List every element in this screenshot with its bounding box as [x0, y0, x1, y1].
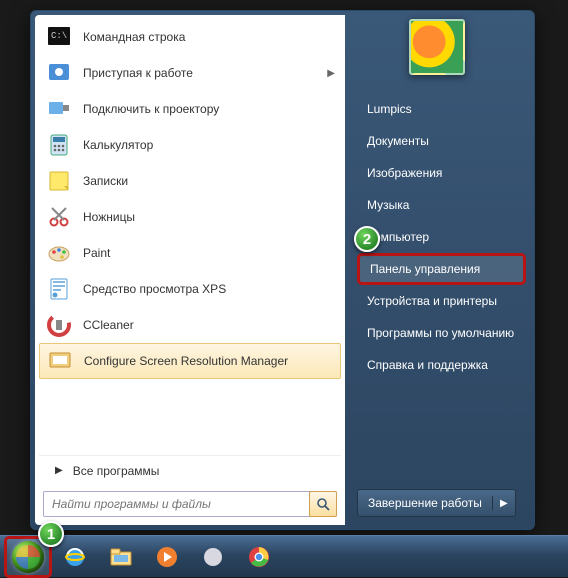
- program-item[interactable]: Записки: [39, 163, 341, 199]
- shutdown-button[interactable]: Завершение работы ▶: [357, 489, 516, 517]
- search-button[interactable]: [309, 491, 337, 517]
- program-item[interactable]: C:\ Командная строка: [39, 19, 341, 55]
- right-item-label: Панель управления: [370, 262, 480, 276]
- cmd-icon: C:\: [45, 23, 73, 51]
- right-pane-item[interactable]: Устройства и принтеры: [357, 285, 526, 317]
- program-label: Калькулятор: [83, 138, 153, 152]
- taskbar-wmp[interactable]: [146, 540, 188, 574]
- user-picture[interactable]: [409, 19, 465, 75]
- ie-icon: [62, 544, 88, 570]
- program-label: Записки: [83, 174, 128, 188]
- chevron-right-icon[interactable]: ▶: [493, 498, 515, 509]
- program-item[interactable]: Средство просмотра XPS: [39, 271, 341, 307]
- program-item[interactable]: CCleaner: [39, 307, 341, 343]
- taskbar-explorer[interactable]: [100, 540, 142, 574]
- right-item-label: Изображения: [367, 166, 442, 180]
- right-pane-item[interactable]: Музыка: [357, 189, 526, 221]
- right-item-label: Устройства и принтеры: [367, 294, 497, 308]
- taskbar: [0, 535, 568, 577]
- right-item-label: Музыка: [367, 198, 409, 212]
- shutdown-row: Завершение работы ▶: [357, 485, 526, 521]
- program-item[interactable]: Ножницы: [39, 199, 341, 235]
- start-menu-right-pane: Lumpics Документы Изображения Музыка Компьют…: [345, 11, 534, 529]
- right-item-label: Справка и поддержка: [367, 358, 488, 372]
- program-item[interactable]: Configure Screen Resolution Manager: [39, 343, 341, 379]
- paint-icon: [45, 239, 73, 267]
- right-pane-item[interactable]: Изображения: [357, 157, 526, 189]
- taskbar-ie[interactable]: [54, 540, 96, 574]
- taskbar-icons: [52, 540, 282, 574]
- projector-icon: [45, 95, 73, 123]
- program-item[interactable]: Калькулятор: [39, 127, 341, 163]
- explorer-icon: [108, 544, 134, 570]
- right-pane-item[interactable]: Справка и поддержка: [357, 349, 526, 381]
- program-label: Подключить к проектору: [83, 102, 219, 116]
- getting-started-icon: [45, 59, 73, 87]
- right-pane-item[interactable]: Компьютер: [357, 221, 526, 253]
- search-icon: [316, 497, 330, 511]
- right-pane-item[interactable]: Панель управления: [357, 253, 526, 285]
- right-item-label: Документы: [367, 134, 429, 148]
- annotation-badge-2: 2: [354, 226, 380, 252]
- annotation-badge-1: 1: [38, 521, 64, 547]
- start-menu-left-pane: C:\ Командная строка Приступая к работе …: [35, 15, 345, 525]
- ccleaner-icon: [45, 311, 73, 339]
- all-programs-label: Все программы: [73, 464, 160, 478]
- notes-icon: [45, 167, 73, 195]
- program-item[interactable]: Приступая к работе ▶: [39, 55, 341, 91]
- calculator-icon: [45, 131, 73, 159]
- all-programs[interactable]: ▶ Все программы: [39, 455, 341, 485]
- csrm-icon: [46, 347, 74, 375]
- program-label: Paint: [83, 246, 110, 260]
- wmp-icon: [154, 544, 180, 570]
- right-link-list: Lumpics Документы Изображения Музыка Компьют…: [357, 93, 526, 381]
- chevron-right-icon: ▶: [55, 465, 63, 476]
- program-label: Приступая к работе: [83, 66, 193, 80]
- start-menu: C:\ Командная строка Приступая к работе …: [30, 10, 535, 530]
- program-label: Средство просмотра XPS: [83, 282, 226, 296]
- program-list: C:\ Командная строка Приступая к работе …: [39, 19, 341, 455]
- program-label: Командная строка: [83, 30, 185, 44]
- chevron-right-icon: ▶: [327, 68, 335, 79]
- svg-text:C:\: C:\: [51, 31, 67, 41]
- program-item[interactable]: Paint: [39, 235, 341, 271]
- right-pane-item[interactable]: Документы: [357, 125, 526, 157]
- right-item-label: Lumpics: [367, 102, 412, 116]
- blank-icon: [200, 544, 226, 570]
- xps-icon: [45, 275, 73, 303]
- right-pane-item[interactable]: Lumpics: [357, 93, 526, 125]
- taskbar-chrome[interactable]: [238, 540, 280, 574]
- search-input[interactable]: [43, 491, 337, 517]
- program-label: Configure Screen Resolution Manager: [84, 354, 288, 368]
- program-label: Ножницы: [83, 210, 135, 224]
- right-item-label: Программы по умолчанию: [367, 326, 514, 340]
- program-item[interactable]: Подключить к проектору: [39, 91, 341, 127]
- taskbar-blank[interactable]: [192, 540, 234, 574]
- program-label: CCleaner: [83, 318, 134, 332]
- shutdown-label: Завершение работы: [358, 496, 493, 510]
- chrome-icon: [246, 544, 272, 570]
- windows-orb-icon: [12, 541, 44, 573]
- snip-icon: [45, 203, 73, 231]
- search-row: [39, 485, 341, 521]
- right-pane-item[interactable]: Программы по умолчанию: [357, 317, 526, 349]
